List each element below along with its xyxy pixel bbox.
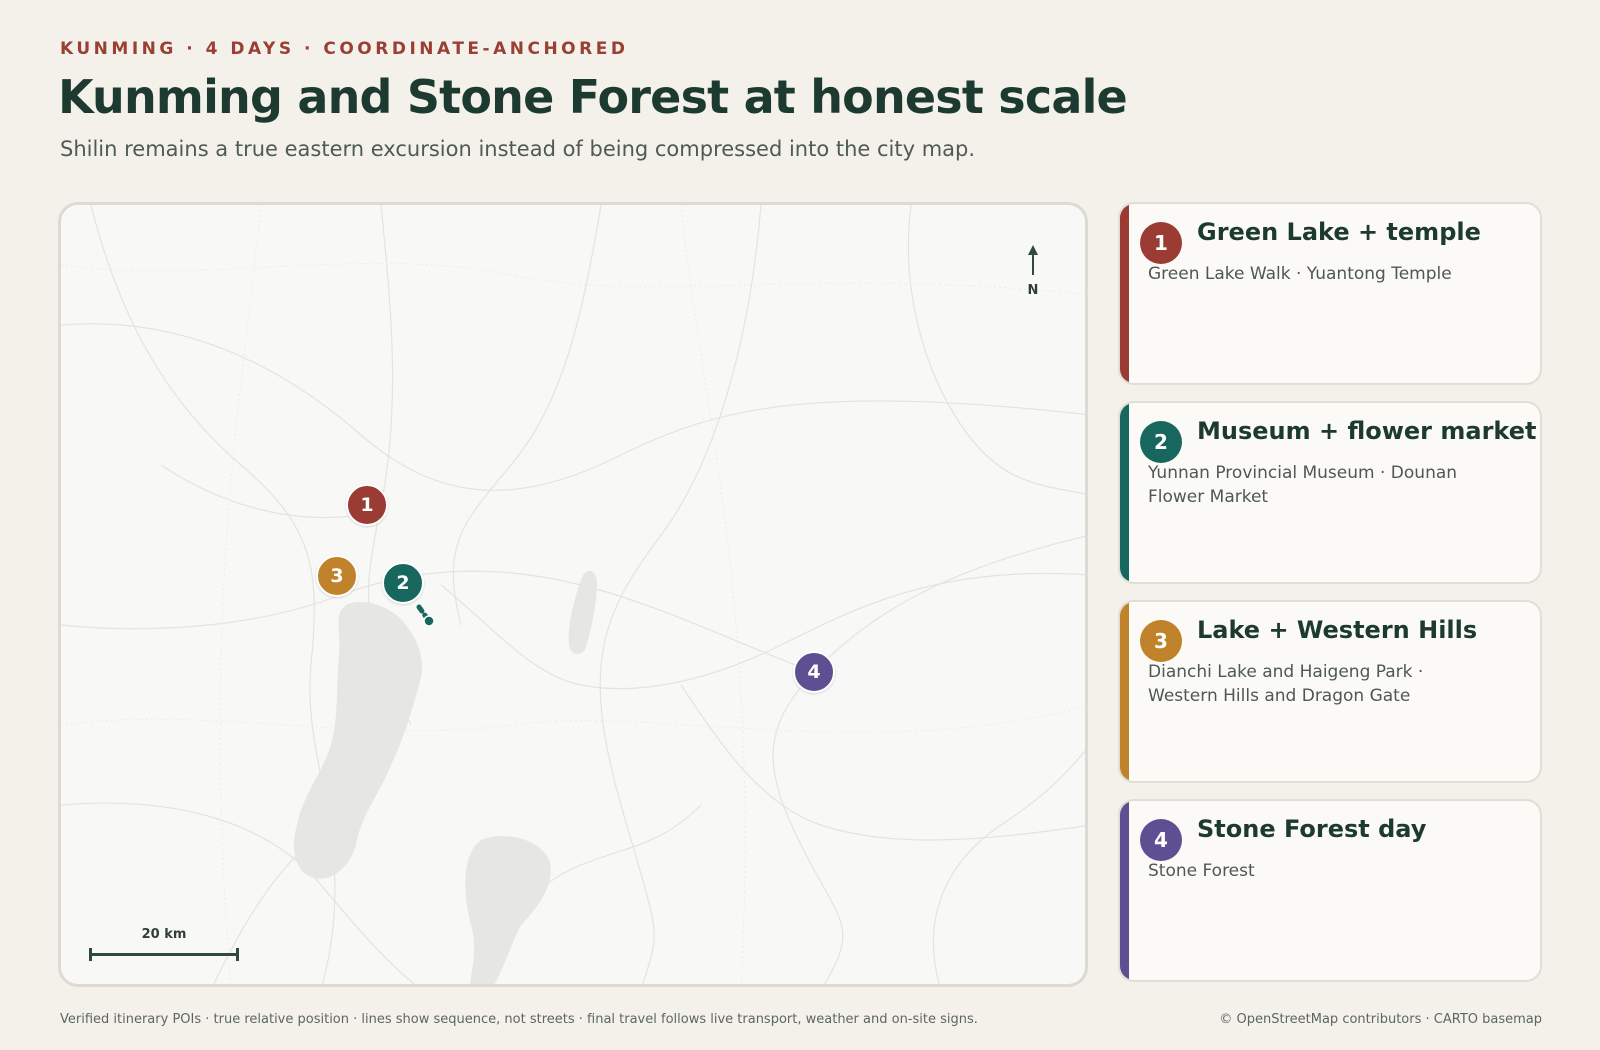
- day-card-2[interactable]: 2 Museum + flower market Yunnan Provinci…: [1118, 401, 1542, 584]
- day-places: Yunnan Provincial Museum · Dounan Flower…: [1148, 463, 1458, 507]
- map-marker-4[interactable]: 4: [793, 651, 835, 693]
- eyebrow-label: KUNMING · 4 DAYS · COORDINATE-ANCHORED: [60, 39, 629, 59]
- day-number-badge: 1: [1140, 222, 1182, 264]
- scale-bar: 20 km: [89, 927, 239, 962]
- north-label: N: [1027, 283, 1039, 298]
- map-panel[interactable]: 1 3 2 4 N 20 km: [58, 202, 1088, 987]
- page-subtitle: Shilin remains a true eastern excursion …: [60, 137, 976, 161]
- day-number-badge: 2: [1140, 421, 1182, 463]
- map-marker-2[interactable]: 2: [382, 562, 424, 604]
- day-number-badge: 4: [1140, 819, 1182, 861]
- day-places: Green Lake Walk · Yuantong Temple: [1148, 264, 1452, 284]
- day-card-4[interactable]: 4 Stone Forest day Stone Forest: [1118, 799, 1542, 982]
- day-places: Dianchi Lake and Haigeng Park · Western …: [1148, 662, 1424, 706]
- footer-note: Verified itinerary POIs · true relative …: [60, 1012, 978, 1027]
- day-title: Green Lake + temple: [1197, 218, 1481, 246]
- day-card-1[interactable]: 1 Green Lake + temple Green Lake Walk · …: [1118, 202, 1542, 385]
- day-number-badge: 3: [1140, 620, 1182, 662]
- day-card-3[interactable]: 3 Lake + Western Hills Dianchi Lake and …: [1118, 600, 1542, 783]
- page-title: Kunming and Stone Forest at honest scale: [58, 70, 1128, 124]
- day-places: Stone Forest: [1148, 861, 1255, 881]
- day-title: Lake + Western Hills: [1197, 616, 1478, 644]
- day-title: Museum + flower market: [1197, 417, 1537, 445]
- map-attribution: © OpenStreetMap contributors · CARTO bas…: [1219, 1012, 1542, 1027]
- basemap: [61, 205, 1085, 984]
- map-marker-1[interactable]: 1: [346, 484, 388, 526]
- map-marker-3[interactable]: 3: [316, 555, 358, 597]
- north-arrow: N: [1021, 243, 1045, 298]
- day-title: Stone Forest day: [1197, 815, 1427, 843]
- scale-label: 20 km: [141, 927, 187, 942]
- arrow-up-icon: [1028, 245, 1038, 275]
